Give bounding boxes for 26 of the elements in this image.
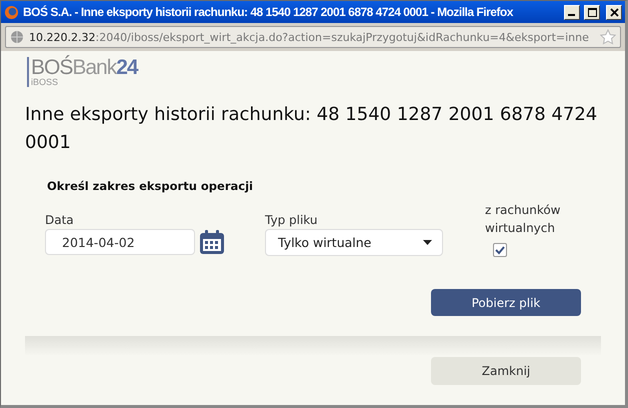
- date-field[interactable]: 2014-04-02: [45, 229, 195, 255]
- logo: BOŚBank24 iBOSS: [27, 57, 138, 87]
- calendar-icon[interactable]: [199, 229, 225, 255]
- globe-icon: [10, 30, 24, 44]
- maximize-icon: [588, 8, 596, 16]
- checkmark-icon: [495, 246, 505, 254]
- file-type-label: Typ pliku: [265, 213, 318, 227]
- caret-icon: [423, 240, 432, 245]
- star-icon[interactable]: [600, 29, 616, 45]
- file-type-dropdown[interactable]: Tylko wirtualne: [265, 229, 443, 256]
- close-button[interactable]: [606, 4, 622, 20]
- section-title: Określ zakres eksportu operacji: [47, 179, 254, 193]
- virtual-accounts-label: z rachunków wirtualnych: [485, 202, 562, 237]
- url-path: :2040/iboss/eksport_wirt_akcja.do?action=szukajPrzygotuj&idRachunku=4&eksport=inne: [95, 30, 590, 44]
- minimize-button[interactable]: [564, 4, 580, 20]
- close-dialog-button[interactable]: Zamknij: [431, 357, 581, 385]
- window-title: BOŚ S.A. - Inne eksporty historii rachunku: 48 1540 1287 2001 6878 4724 0001 - Mozilla Firefox: [23, 5, 514, 19]
- browser-icon: [4, 4, 19, 20]
- page-heading: Inne eksporty historii rachunku: 48 1540 1287 2001 6878 4724 0001: [25, 103, 598, 155]
- download-button[interactable]: Pobierz plik: [431, 289, 581, 316]
- url-host: 10.220.2.32: [29, 30, 96, 44]
- date-label: Data: [45, 213, 75, 227]
- address-field[interactable]: 10.220.2.32:2040/iboss/eksport_wirt_akcja.do?action=szukajPrzygotuj&idRachunku=4&eksport=inne: [5, 26, 621, 48]
- virtual-accounts-checkbox[interactable]: [493, 243, 507, 257]
- close-icon: [610, 8, 618, 16]
- maximize-button[interactable]: [584, 4, 600, 20]
